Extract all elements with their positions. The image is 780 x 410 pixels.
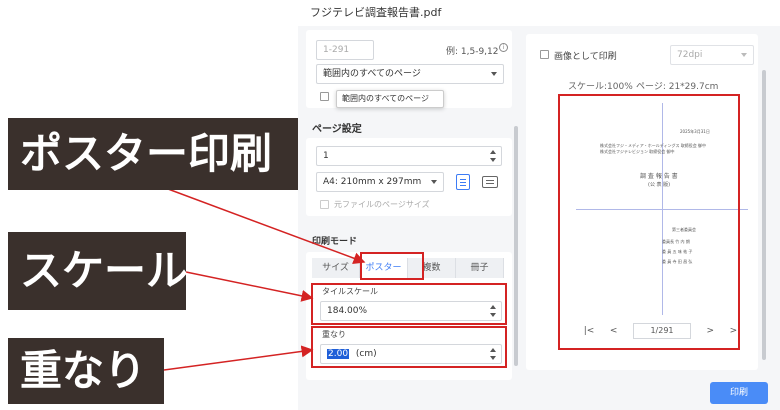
annotation-poster-print: ポスター印刷: [8, 118, 298, 190]
portrait-orientation-icon[interactable]: [456, 174, 470, 190]
chevron-down-icon: [741, 53, 747, 57]
page-range-value: 1-291: [323, 45, 350, 55]
tab-booklet[interactable]: 冊子: [456, 258, 504, 278]
copies-value: 1: [323, 151, 329, 161]
settings-scrollbar[interactable]: [514, 126, 518, 366]
print-button[interactable]: 印刷: [710, 382, 768, 404]
subset-tooltip: 範囲内のすべてのページ: [336, 90, 444, 108]
range-example-hint: 例: 1,5-9,12: [446, 47, 499, 57]
arrow-to-overlap: [163, 345, 314, 371]
print-mode-title: 印刷モード: [312, 237, 358, 247]
arrow-to-tile-scale: [185, 271, 314, 302]
copies-input[interactable]: 1: [316, 146, 502, 166]
highlight-overlap: [311, 326, 507, 368]
dpi-select[interactable]: 72dpi: [670, 45, 754, 65]
paper-size-select[interactable]: A4: 210mm x 297mm: [316, 172, 444, 192]
info-icon[interactable]: i: [499, 43, 508, 52]
original-size-checkbox[interactable]: [320, 200, 329, 209]
highlight-preview: [558, 94, 740, 350]
copies-stepper-icon[interactable]: [490, 150, 496, 162]
highlight-tile-scale: [311, 283, 507, 325]
reverse-checkbox[interactable]: [320, 92, 329, 101]
scale-info: スケール:100%: [568, 82, 633, 92]
page-setup-card: 1 A4: 210mm x 297mm 元ファイルのページサイズ: [306, 138, 512, 216]
paper-size-value: A4: 210mm x 297mm: [323, 177, 422, 187]
dpi-value: 72dpi: [677, 50, 703, 60]
annotation-overlap: 重なり: [8, 338, 164, 404]
landscape-orientation-icon[interactable]: [482, 176, 498, 188]
original-size-label: 元ファイルのページサイズ: [334, 200, 430, 209]
subset-select[interactable]: 範囲内のすべてのページ: [316, 64, 504, 84]
print-as-image-label: 画像として印刷: [554, 52, 617, 62]
annotation-scale: スケール: [8, 232, 188, 310]
page-range-input[interactable]: 1-291: [316, 40, 374, 60]
preview-scrollbar[interactable]: [762, 70, 766, 360]
window-title: フジテレビ調査報告書.pdf: [298, 0, 780, 26]
chevron-down-icon: [431, 180, 437, 184]
chevron-down-icon: [491, 72, 497, 76]
print-as-image-checkbox[interactable]: [540, 50, 549, 59]
highlight-poster-tab: [360, 252, 424, 280]
page-size-info: ページ: 21*29.7cm: [636, 82, 719, 92]
tab-size[interactable]: サイズ: [312, 258, 360, 278]
page-setup-title: ページ設定: [312, 124, 362, 135]
subset-select-value: 範囲内のすべてのページ: [323, 69, 421, 79]
